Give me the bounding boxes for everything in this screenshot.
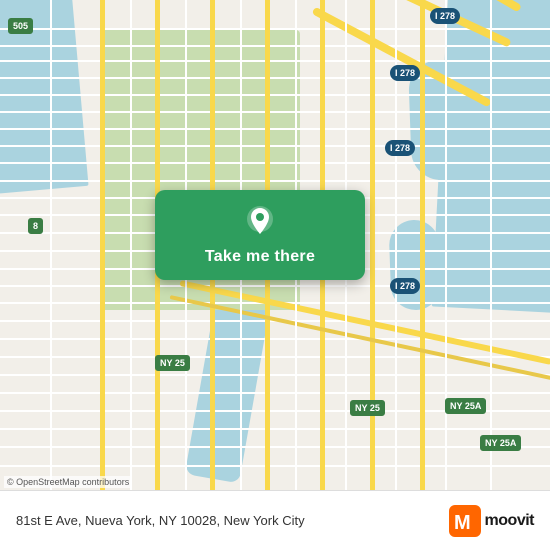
road-badge-i278-4: I 278 — [390, 278, 420, 294]
street — [0, 128, 550, 130]
street — [0, 465, 550, 467]
road-badge-ny25-2: NY 25 — [350, 400, 385, 416]
street — [0, 446, 550, 448]
road-badge-ny25a-1: NY 25A — [445, 398, 486, 414]
location-pin-icon — [241, 204, 279, 242]
road-badge-8: 8 — [28, 218, 43, 234]
road-badge-i278-2: I 278 — [390, 65, 420, 81]
street-v — [50, 0, 52, 490]
moovit-m-icon: M — [449, 505, 481, 537]
street — [0, 428, 550, 430]
avenue — [100, 0, 105, 490]
street — [0, 60, 550, 62]
road-badge-505: 505 — [8, 18, 33, 34]
cta-label: Take me there — [205, 248, 315, 266]
road-badge-i278-1: I 278 — [430, 8, 460, 24]
moovit-logo: M moovit — [449, 505, 534, 537]
avenue — [370, 0, 375, 490]
water-channel — [185, 297, 270, 484]
map-container: 505 I 278 I 278 I 278 I 278 8 NY 25 NY 2… — [0, 0, 550, 490]
street — [0, 285, 550, 287]
street — [0, 374, 550, 376]
bottom-bar: 81st E Ave, Nueva York, NY 10028, New Yo… — [0, 490, 550, 550]
address-text: 81st E Ave, Nueva York, NY 10028, New Yo… — [16, 513, 305, 528]
street — [0, 77, 550, 79]
street — [0, 392, 550, 394]
road-badge-ny25a-2: NY 25A — [480, 435, 521, 451]
street-v — [445, 0, 447, 490]
street-v — [130, 0, 132, 490]
street — [0, 111, 550, 113]
moovit-text: moovit — [485, 512, 534, 530]
road-badge-i278-3: I 278 — [385, 140, 415, 156]
street-v — [490, 0, 492, 490]
take-me-there-button[interactable]: Take me there — [155, 190, 365, 280]
map-attribution: © OpenStreetMap contributors — [4, 476, 132, 488]
street — [0, 45, 550, 47]
street — [0, 145, 550, 147]
street — [0, 162, 550, 164]
street — [0, 180, 550, 182]
street — [0, 338, 550, 340]
svg-text:M: M — [454, 512, 471, 534]
road-badge-ny25-1: NY 25 — [155, 355, 190, 371]
